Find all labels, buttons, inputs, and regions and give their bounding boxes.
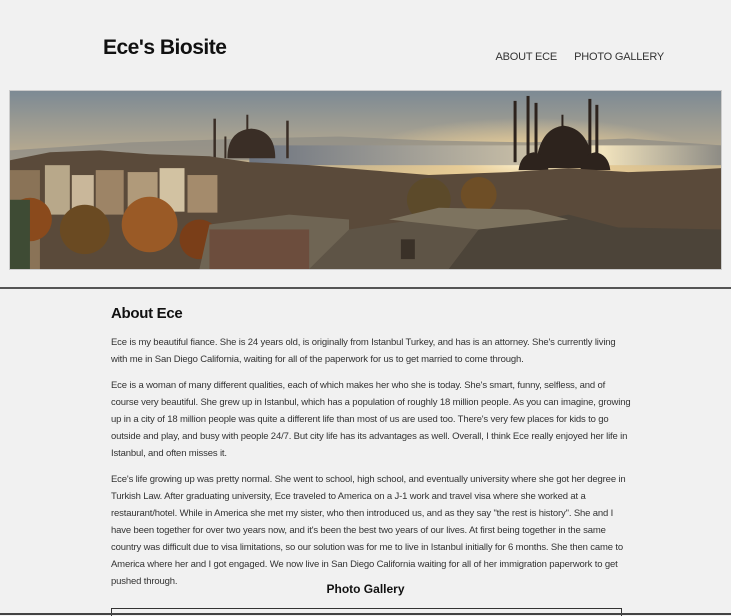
nav-link-about-ece[interactable]: ABOUT ECE: [496, 51, 558, 63]
bottom-divider: [0, 613, 731, 615]
about-section: About Ece Ece is my beautiful fiance. Sh…: [111, 305, 631, 599]
nav-link-photo-gallery[interactable]: PHOTO GALLERY: [574, 51, 664, 63]
about-paragraph: Ece is a woman of many different qualiti…: [111, 380, 631, 459]
main-nav: ABOUT ECE PHOTO GALLERY: [496, 51, 665, 63]
photo-gallery-heading: Photo Gallery: [326, 582, 405, 596]
about-paragraph: Ece's life growing up was pretty normal.…: [111, 474, 626, 587]
about-heading: About Ece: [111, 305, 183, 322]
site-title: Ece's Biosite: [103, 36, 227, 59]
about-paragraph: Ece is my beautiful fiance. She is 24 ye…: [111, 337, 616, 365]
hero-image-istanbul-skyline: [9, 90, 722, 270]
section-divider: [0, 287, 731, 289]
